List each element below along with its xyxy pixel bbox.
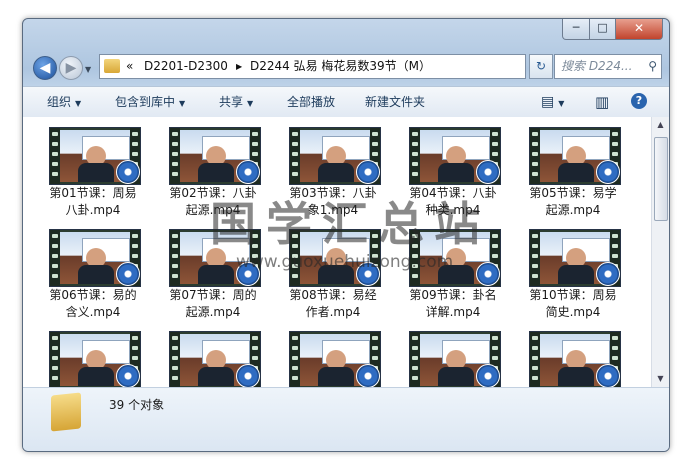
video-file-item[interactable]: 第01节课：周易 八卦.mp4 — [37, 127, 149, 223]
view-icon: ▤ — [541, 94, 555, 110]
video-file-item[interactable] — [157, 331, 269, 387]
video-thumbnail — [49, 127, 141, 185]
play-all-button[interactable]: 全部播放 — [287, 87, 335, 117]
video-file-item[interactable]: 第05节课：易学 起源.mp4 — [517, 127, 629, 223]
media-player-icon — [596, 160, 620, 184]
video-file-item[interactable] — [37, 331, 149, 387]
scroll-down-icon[interactable]: ▼ — [652, 371, 669, 387]
media-player-icon — [476, 262, 500, 286]
video-file-item[interactable] — [277, 331, 389, 387]
share-menu[interactable]: 共享 ▼ — [219, 87, 253, 119]
folder-icon — [51, 392, 81, 432]
video-file-item[interactable]: 第06节课：易的 含义.mp4 — [37, 229, 149, 325]
video-thumbnail — [169, 331, 261, 387]
recent-pages-dropdown-icon[interactable]: ▼ — [85, 65, 91, 74]
vertical-scrollbar[interactable]: ▲ ▼ — [651, 117, 669, 387]
chevron-down-icon: ▼ — [247, 99, 254, 108]
address-bar[interactable]: « D2201-D2300 ▶ D2244 弘易 梅花易数39节（M） ▼ — [99, 54, 592, 79]
media-player-icon — [236, 364, 260, 387]
scrollbar-thumb[interactable] — [654, 137, 668, 221]
watermark-title: 国学汇总站 — [210, 197, 490, 251]
file-name: 第09节课：卦名 详解.mp4 — [409, 288, 497, 319]
item-count: 39 个对象 — [109, 398, 165, 412]
video-thumbnail — [49, 331, 141, 387]
video-thumbnail — [409, 331, 501, 387]
media-player-icon — [476, 160, 500, 184]
organize-label: 组织 — [47, 95, 72, 109]
video-file-item[interactable] — [397, 331, 509, 387]
file-name: 第10节课：周易 简史.mp4 — [529, 288, 617, 319]
forward-button[interactable]: ▶ — [59, 56, 83, 80]
search-input[interactable]: 搜索 D224... ⚲ — [554, 54, 662, 79]
search-icon[interactable]: ⚲ — [648, 55, 657, 78]
watermark-url: www.guoxuehuizong.com — [236, 252, 454, 272]
scroll-up-icon[interactable]: ▲ — [652, 117, 669, 133]
video-thumbnail — [289, 331, 381, 387]
video-thumbnail — [529, 229, 621, 287]
file-name: 第06节课：易的 含义.mp4 — [49, 288, 137, 319]
media-player-icon — [596, 262, 620, 286]
folder-icon — [104, 59, 120, 73]
media-player-icon — [356, 364, 380, 387]
help-icon[interactable]: ? — [631, 93, 647, 109]
close-button[interactable]: ✕ — [615, 19, 663, 40]
details-pane: 39 个对象 — [23, 387, 669, 451]
chevron-down-icon: ▼ — [179, 99, 186, 108]
video-thumbnail — [529, 331, 621, 387]
video-thumbnail — [529, 127, 621, 185]
video-thumbnail — [49, 229, 141, 287]
command-bar: 组织 ▼ 包含到库中 ▼ 共享 ▼ 全部播放 新建文件夹 ▤ ▼ ▥ ? — [23, 86, 669, 118]
refresh-button[interactable]: ↻ — [529, 54, 553, 79]
media-player-icon — [116, 160, 140, 184]
media-player-icon — [356, 160, 380, 184]
file-name: 第08节课：易经 作者.mp4 — [289, 288, 377, 319]
film-strip — [50, 128, 60, 184]
minimize-button[interactable]: ─ — [562, 19, 590, 40]
organize-menu[interactable]: 组织 ▼ — [47, 87, 81, 119]
media-player-icon — [116, 364, 140, 387]
video-thumbnail — [289, 127, 381, 185]
file-name: 第05节课：易学 起源.mp4 — [529, 186, 617, 217]
view-options-button[interactable]: ▤ ▼ — [541, 87, 564, 119]
new-folder-button[interactable]: 新建文件夹 — [365, 87, 425, 117]
media-player-icon — [236, 160, 260, 184]
breadcrumb-current[interactable]: D2244 弘易 梅花易数39节（M） — [250, 55, 431, 78]
maximize-button[interactable]: □ — [589, 19, 616, 40]
file-name: 第01节课：周易 八卦.mp4 — [49, 186, 137, 217]
search-placeholder: 搜索 D224... — [561, 59, 633, 73]
include-in-library-menu[interactable]: 包含到库中 ▼ — [115, 87, 185, 119]
back-button[interactable]: ◀ — [33, 56, 57, 80]
chevron-down-icon: ▼ — [558, 99, 565, 108]
video-thumbnail — [409, 127, 501, 185]
breadcrumb-parent[interactable]: D2201-D2300 — [144, 55, 228, 78]
video-thumbnail — [169, 127, 261, 185]
share-label: 共享 — [219, 95, 244, 109]
video-file-item[interactable] — [517, 331, 629, 387]
preview-pane-button[interactable]: ▥ — [595, 87, 609, 117]
video-file-item[interactable]: 第10节课：周易 简史.mp4 — [517, 229, 629, 325]
media-player-icon — [116, 262, 140, 286]
breadcrumb-overflow[interactable]: « — [126, 55, 133, 78]
media-player-icon — [596, 364, 620, 387]
breadcrumb-separator-icon[interactable]: ▶ — [236, 55, 242, 78]
media-player-icon — [476, 364, 500, 387]
include-in-library-label: 包含到库中 — [115, 95, 176, 109]
chevron-down-icon: ▼ — [75, 99, 82, 108]
file-name: 第07节课：周的 起源.mp4 — [169, 288, 257, 319]
